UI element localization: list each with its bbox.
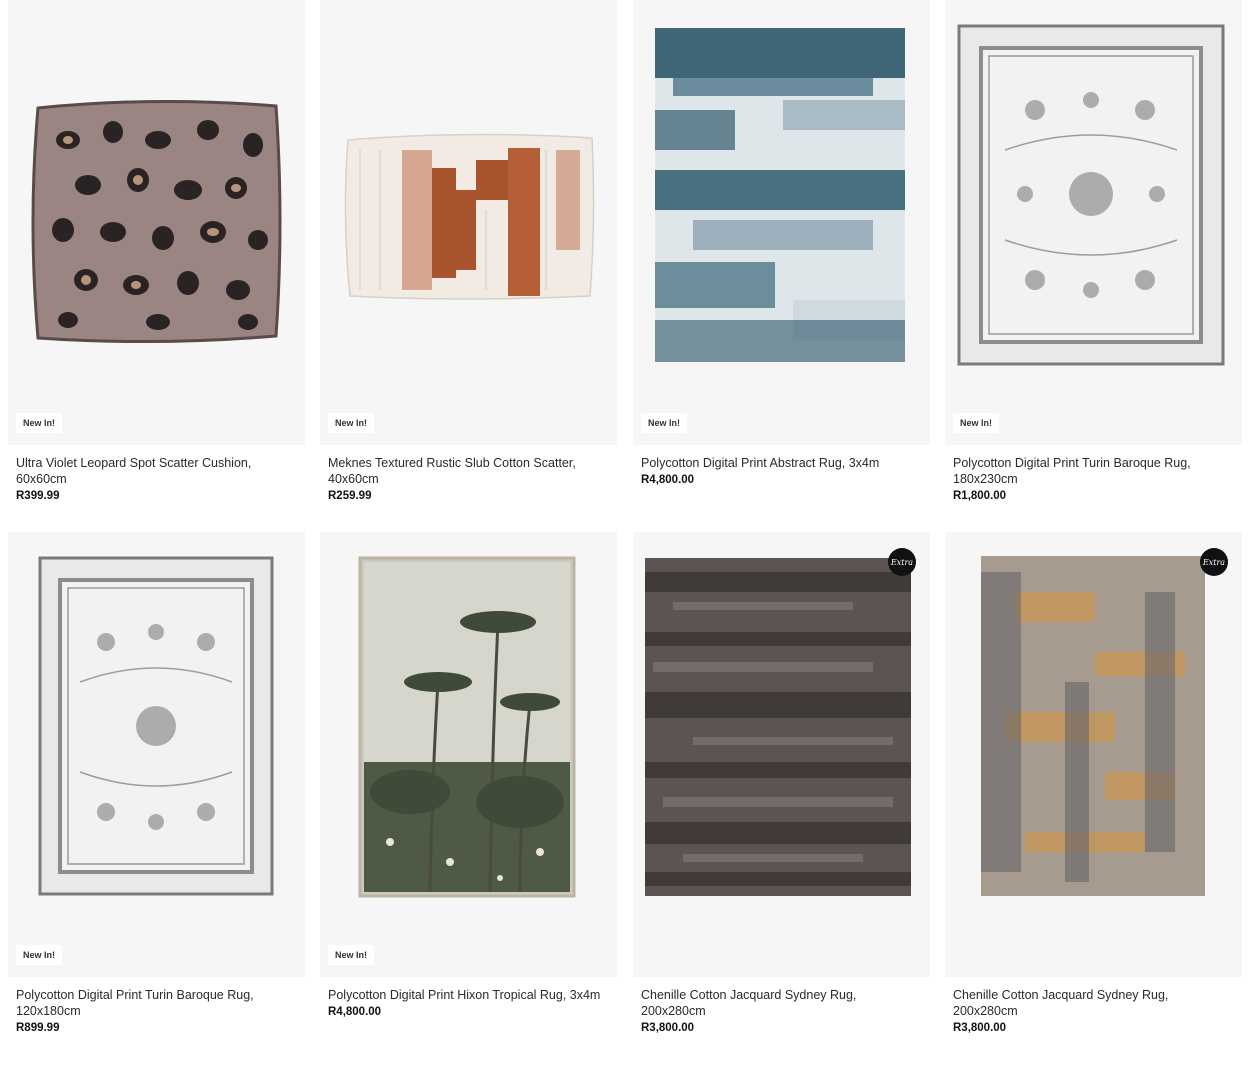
sydney-rug-dark-image (645, 558, 911, 896)
product-card[interactable]: Extra Chenille Cotton Jacquard Sydney Ru… (633, 532, 930, 1034)
product-title[interactable]: Polycotton Digital Print Hixon Tropical … (328, 987, 603, 1003)
extra-badge: Extra (1200, 548, 1228, 576)
new-in-badge: New In! (328, 945, 375, 965)
tropical-rug-image (358, 556, 576, 898)
product-card[interactable]: New In! Polycotton Digital Print Turin B… (8, 532, 305, 1034)
product-card[interactable]: New In! Polycotton Digital Print Turin B… (945, 0, 1242, 502)
product-price: R259.99 (328, 490, 372, 502)
product-price: R3,800.00 (641, 1022, 695, 1034)
product-price: R399.99 (16, 490, 60, 502)
product-image[interactable]: New In! (320, 0, 617, 445)
new-in-badge: New In! (641, 413, 688, 433)
product-price: R1,800.00 (953, 490, 1007, 502)
product-image[interactable]: New In! (320, 532, 617, 977)
product-price: R4,800.00 (328, 1006, 382, 1018)
baroque-rug-small-image (38, 556, 274, 896)
product-card[interactable]: New In! Polycotton Digital Print Hixon T… (320, 532, 617, 1018)
new-in-badge: New In! (16, 413, 63, 433)
product-title[interactable]: Polycotton Digital Print Turin Baroque R… (953, 455, 1228, 487)
leopard-cushion-image (31, 99, 282, 344)
product-image[interactable]: New In! (8, 532, 305, 977)
product-image[interactable]: New In! (633, 0, 930, 445)
product-title[interactable]: Chenille Cotton Jacquard Sydney Rug, 200… (953, 987, 1228, 1019)
product-title[interactable]: Polycotton Digital Print Abstract Rug, 3… (641, 455, 916, 471)
product-title[interactable]: Meknes Textured Rustic Slub Cotton Scatt… (328, 455, 603, 487)
product-price: R3,800.00 (953, 1022, 1007, 1034)
product-image[interactable]: Extra (945, 532, 1242, 977)
new-in-badge: New In! (953, 413, 1000, 433)
product-card[interactable]: New In! Meknes Textured Rustic Slub Cott… (320, 0, 617, 502)
product-grid: New In! Ultra Violet Leopard Spot Scatte… (0, 0, 1250, 1065)
product-image[interactable]: New In! (945, 0, 1242, 445)
baroque-rug-image (957, 24, 1225, 366)
product-image[interactable]: Extra (633, 532, 930, 977)
product-card[interactable]: Extra Chenille Cotton Jacquard Sydney Ru… (945, 532, 1242, 1034)
extra-badge: Extra (888, 548, 916, 576)
abstract-rug-image (655, 28, 905, 362)
new-in-badge: New In! (328, 413, 375, 433)
product-card[interactable]: New In! Polycotton Digital Print Abstrac… (633, 0, 930, 486)
product-card[interactable]: New In! Ultra Violet Leopard Spot Scatte… (8, 0, 305, 502)
product-image[interactable]: New In! (8, 0, 305, 445)
product-title[interactable]: Ultra Violet Leopard Spot Scatter Cushio… (16, 455, 291, 487)
product-title[interactable]: Chenille Cotton Jacquard Sydney Rug, 200… (641, 987, 916, 1019)
product-title[interactable]: Polycotton Digital Print Turin Baroque R… (16, 987, 291, 1019)
product-price: R899.99 (16, 1022, 60, 1034)
new-in-badge: New In! (16, 945, 63, 965)
rustic-scatter-image (344, 133, 595, 300)
sydney-rug-gold-image (981, 556, 1205, 896)
product-price: R4,800.00 (641, 474, 695, 486)
